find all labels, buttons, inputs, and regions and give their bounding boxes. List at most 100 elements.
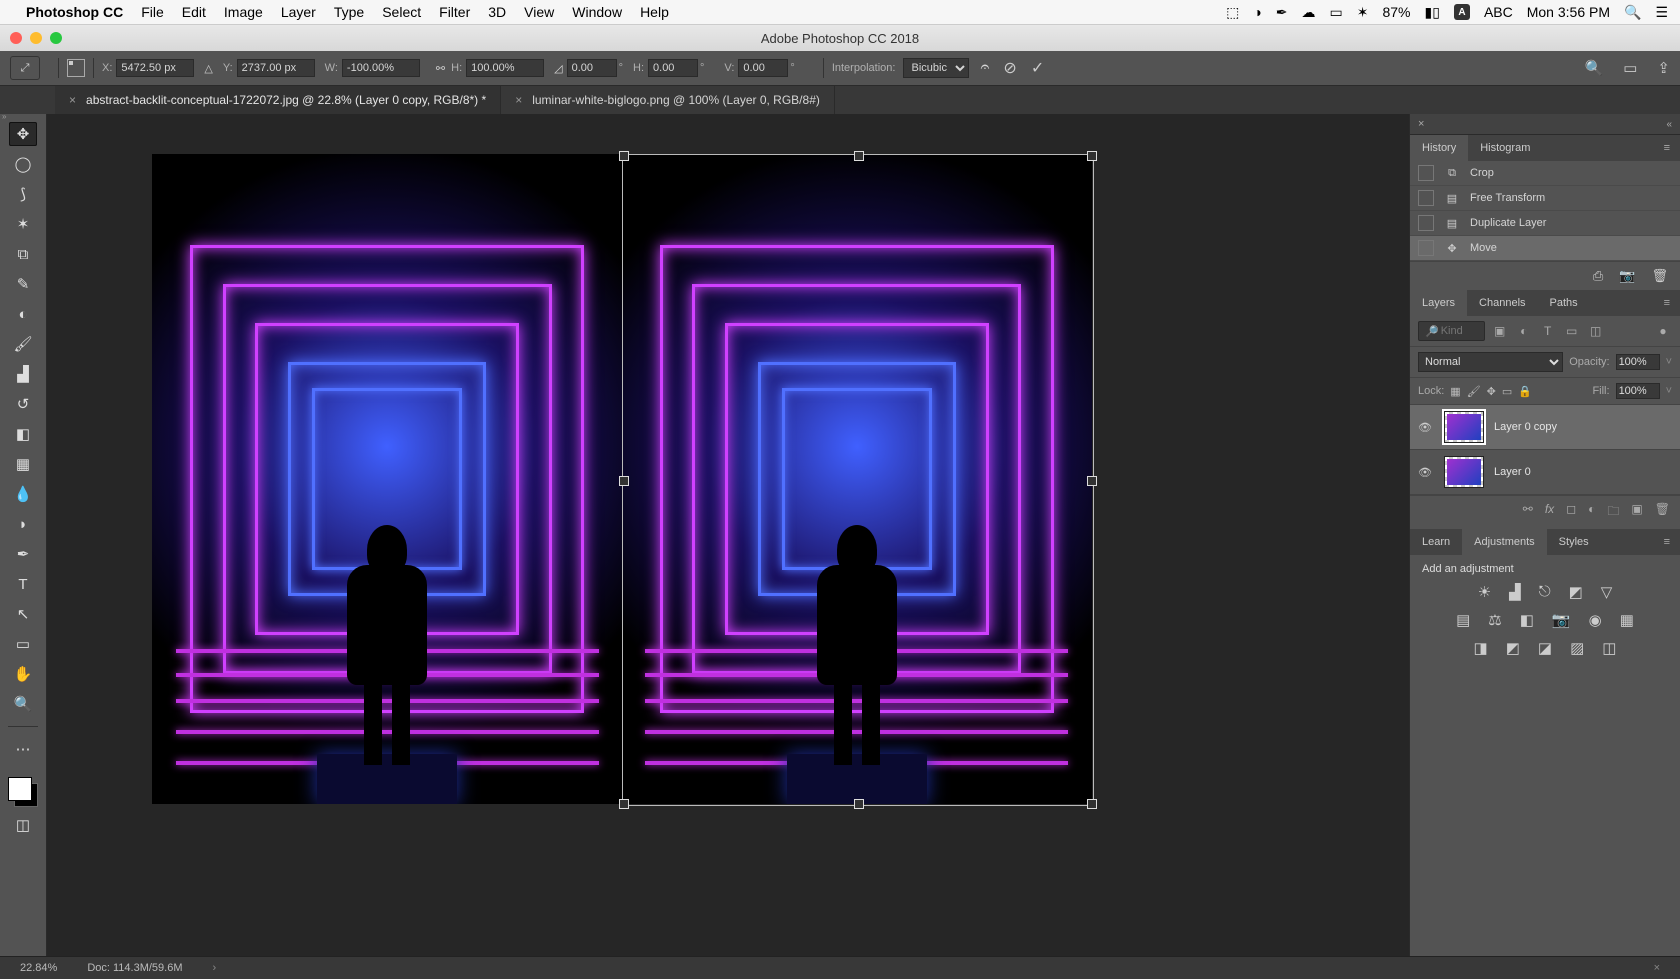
photo-filter-icon[interactable]: 📷 [1552, 611, 1571, 629]
brightness-icon[interactable]: ☀ [1478, 583, 1491, 601]
zoom-tool[interactable]: 🔍 [9, 692, 37, 716]
gradient-tool[interactable]: ▦ [9, 452, 37, 476]
invert-icon[interactable]: ◨ [1474, 639, 1488, 657]
document-tab-2[interactable]: × luminar-white-biglogo.png @ 100% (Laye… [501, 86, 835, 114]
current-tool-icon[interactable]: ⤢ [10, 56, 40, 80]
display-icon[interactable]: ▭ [1330, 4, 1343, 21]
share-icon[interactable]: ⇪ [1657, 59, 1670, 77]
vskew-input[interactable] [738, 59, 788, 77]
hand-tool[interactable]: ✋ [9, 662, 37, 686]
mask-icon[interactable]: ◻ [1566, 502, 1576, 523]
path-select-tool[interactable]: ↖ [9, 602, 37, 626]
maximize-window-button[interactable] [50, 32, 62, 44]
foreground-color[interactable] [8, 777, 32, 801]
filter-toggle-icon[interactable]: ● [1654, 324, 1672, 338]
color-swatches[interactable] [8, 777, 38, 807]
blur-tool[interactable]: 💧 [9, 482, 37, 506]
pen-tool[interactable]: ✒ [9, 542, 37, 566]
panel-menu-icon[interactable]: ≡ [1654, 529, 1680, 555]
menu-view[interactable]: View [524, 4, 554, 20]
doc-size[interactable]: Doc: 114.3M/59.6M [87, 962, 182, 974]
tab-channels[interactable]: Channels [1467, 290, 1537, 316]
fill-dropdown-icon[interactable] [1666, 385, 1672, 397]
panel-close-icon[interactable]: × [1410, 114, 1432, 134]
channel-mixer-icon[interactable]: ◉ [1589, 611, 1602, 629]
menu-help[interactable]: Help [640, 4, 669, 20]
hskew-input[interactable] [648, 59, 698, 77]
interpolation-select[interactable]: Bicubic [903, 58, 969, 78]
close-tab-icon[interactable]: × [515, 93, 522, 107]
status-arrow-icon[interactable]: › [213, 962, 217, 974]
new-layer-icon[interactable]: ▣ [1631, 502, 1642, 523]
filter-adjust-icon[interactable]: ◐ [1515, 324, 1533, 338]
menu-type[interactable]: Type [334, 4, 364, 20]
battery-icon[interactable]: ▮▯ [1425, 4, 1440, 21]
h-input[interactable] [466, 59, 544, 77]
opacity-dropdown-icon[interactable] [1666, 356, 1672, 368]
posterize-icon[interactable]: ◩ [1506, 639, 1520, 657]
lasso-tool[interactable]: ⟆ [9, 182, 37, 206]
curves-icon[interactable]: ⎋ [1539, 583, 1551, 601]
lock-pixels-icon[interactable]: ▦ [1450, 385, 1460, 398]
edit-toolbar-icon[interactable]: ⋯ [9, 737, 37, 761]
tab-learn[interactable]: Learn [1410, 529, 1462, 555]
group-icon[interactable]: 🗀 [1607, 502, 1619, 523]
move-tool[interactable]: ✥ [9, 122, 37, 146]
visibility-icon[interactable]: 👁 [1418, 466, 1434, 479]
menu-select[interactable]: Select [382, 4, 421, 20]
menu-3d[interactable]: 3D [488, 4, 506, 20]
vibrance-icon[interactable]: ▽ [1601, 583, 1613, 601]
menu-layer[interactable]: Layer [281, 4, 316, 20]
threshold-icon[interactable]: ◪ [1538, 639, 1552, 657]
x-input[interactable] [116, 59, 194, 77]
fx-icon[interactable]: fx [1545, 502, 1554, 523]
cloud-icon[interactable]: ☁ [1302, 4, 1316, 21]
app-icon[interactable]: ◑ [1253, 4, 1261, 20]
marquee-tool[interactable]: ◯ [9, 152, 37, 176]
levels-icon[interactable]: ▟ [1509, 583, 1521, 601]
layer-filter-kind[interactable]: 🔎 [1418, 321, 1485, 341]
menu-filter[interactable]: Filter [439, 4, 470, 20]
history-item[interactable]: ▤Free Transform [1410, 186, 1680, 211]
quick-mask-icon[interactable]: ◫ [9, 813, 37, 837]
layer-name[interactable]: Layer 0 copy [1494, 421, 1557, 433]
quick-select-tool[interactable]: ✶ [9, 212, 37, 236]
commit-transform-button[interactable]: ✓ [1031, 58, 1044, 78]
minimize-window-button[interactable] [30, 32, 42, 44]
filter-smart-icon[interactable]: ◫ [1587, 324, 1605, 338]
wifi-icon[interactable]: ✶ [1357, 4, 1369, 21]
panel-collapse-icon[interactable]: « [1658, 115, 1680, 134]
keyboard-indicator-icon[interactable]: A [1454, 4, 1470, 20]
healing-brush-tool[interactable]: ◐ [9, 302, 37, 326]
bw-icon[interactable]: ◧ [1520, 611, 1534, 629]
lock-brush-icon[interactable]: 🖌 [1467, 385, 1481, 398]
menu-clock[interactable]: Mon 3:56 PM [1527, 4, 1610, 20]
battery-percent[interactable]: 87% [1382, 4, 1410, 20]
menu-edit[interactable]: Edit [182, 4, 206, 20]
selective-color-icon[interactable]: ◫ [1602, 639, 1616, 657]
tab-histogram[interactable]: Histogram [1468, 135, 1542, 161]
close-tab-icon[interactable]: × [69, 93, 76, 107]
lock-all-icon[interactable]: 🔒 [1518, 385, 1532, 398]
layer-item[interactable]: 👁 Layer 0 [1410, 450, 1680, 495]
history-brush-tool[interactable]: ↺ [9, 392, 37, 416]
adjustment-layer-icon[interactable]: ◐ [1588, 502, 1595, 523]
toolbox-collapse-icon[interactable]: » [2, 112, 6, 121]
close-window-button[interactable] [10, 32, 22, 44]
visibility-icon[interactable]: 👁 [1418, 421, 1434, 434]
document-canvas[interactable] [152, 154, 1092, 804]
tab-history[interactable]: History [1410, 135, 1468, 161]
layer-thumbnail[interactable] [1444, 456, 1484, 488]
cancel-transform-button[interactable]: ⊘ [1003, 58, 1016, 78]
w-input[interactable] [342, 59, 420, 77]
warp-icon[interactable]: 𝄐 [981, 59, 990, 77]
dropbox-icon[interactable]: ⬚ [1226, 4, 1239, 21]
keyboard-lang[interactable]: ABC [1484, 4, 1513, 20]
y-input[interactable] [237, 59, 315, 77]
layer-thumbnail[interactable] [1444, 411, 1484, 443]
tab-paths[interactable]: Paths [1538, 290, 1590, 316]
reference-point-icon[interactable] [67, 59, 85, 77]
status-close-icon[interactable]: × [1654, 962, 1660, 974]
vertical-guide[interactable] [622, 154, 623, 804]
angle-input[interactable] [567, 59, 617, 77]
